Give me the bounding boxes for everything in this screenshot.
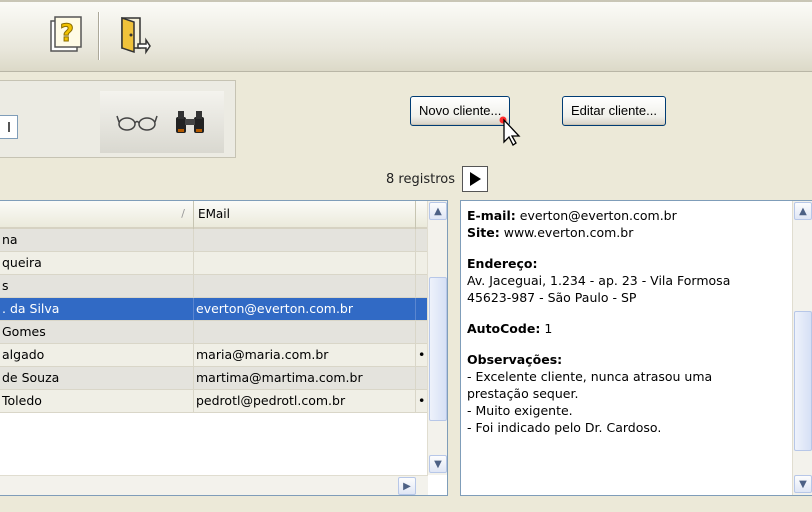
address-label: Endereço: [467, 256, 538, 271]
cell-name: na [0, 229, 194, 251]
play-icon [470, 172, 481, 186]
notes-line: - Muito exigente. [467, 403, 573, 418]
help-button[interactable]: ? [44, 12, 90, 58]
glasses-icon[interactable] [116, 110, 160, 134]
notes-line: - Excelente cliente, nunca atrasou uma [467, 369, 713, 384]
cell-name: . da Silva [0, 298, 194, 320]
scroll-thumb[interactable] [794, 311, 812, 451]
table-row-selected[interactable]: . da Silva everton@everton.com.br [0, 298, 428, 321]
cell-name: de Souza [0, 367, 194, 389]
clients-grid[interactable]: / EMail na queira s . da Silva everton@e… [0, 200, 448, 496]
svg-text:?: ? [60, 19, 74, 47]
grid-header: / EMail [0, 201, 428, 229]
exit-button[interactable] [110, 12, 156, 58]
cell-email [194, 252, 416, 274]
binoculars-icon[interactable] [172, 107, 208, 137]
cell-email: martima@martima.com.br [194, 367, 416, 389]
cell-email [194, 321, 416, 343]
search-group [0, 80, 236, 158]
autocode-value: 1 [544, 321, 553, 336]
chevron-down-icon: ▼ [799, 478, 807, 490]
edit-client-button[interactable]: Editar cliente... [562, 96, 666, 126]
cell-email [194, 229, 416, 251]
cell-name: queira [0, 252, 194, 274]
cell-email: everton@everton.com.br [194, 298, 416, 320]
scroll-up-button[interactable]: ▲ [794, 202, 812, 220]
table-row[interactable]: algado maria@maria.com.br • [0, 344, 428, 367]
main-toolbar: ? [0, 0, 812, 72]
address-line-1: Av. Jaceguai, 1.234 - ap. 23 - Vila Form… [467, 273, 731, 288]
cell-name: algado [0, 344, 194, 366]
chevron-up-icon: ▲ [434, 205, 442, 217]
table-row[interactable]: s [0, 275, 428, 298]
records-count: 8 registros [386, 172, 455, 187]
email-label: E-mail: [467, 208, 516, 223]
chevron-right-icon: ▶ [403, 480, 411, 492]
scroll-up-button[interactable]: ▲ [429, 202, 447, 220]
table-row[interactable]: queira [0, 252, 428, 275]
help-icon: ? [50, 16, 82, 52]
cell-email [194, 275, 416, 297]
grid-vertical-scrollbar[interactable]: ▲ ▼ [427, 201, 447, 475]
email-value: everton@everton.com.br [519, 208, 677, 223]
client-detail-content: E-mail: everton@everton.com.br Site: www… [467, 207, 787, 450]
address-line-2: 45623-987 - São Paulo - SP [467, 290, 637, 305]
cell-email: maria@maria.com.br [194, 344, 416, 366]
next-page-button[interactable] [462, 166, 488, 192]
grid-horizontal-scrollbar[interactable]: ▶ [0, 475, 428, 495]
client-detail-panel[interactable]: E-mail: everton@everton.com.br Site: www… [460, 200, 812, 496]
search-field[interactable] [0, 115, 18, 139]
cell-email: pedrotl@pedrotl.com.br [194, 390, 416, 412]
column-header-name[interactable]: / [0, 201, 194, 229]
detail-vertical-scrollbar[interactable]: ▲ ▼ [792, 201, 812, 495]
notes-line: - Foi indicado pelo Dr. Cardoso. [467, 420, 662, 435]
scroll-right-button[interactable]: ▶ [398, 477, 416, 495]
filter-area [0, 72, 812, 160]
site-value: www.everton.com.br [503, 225, 634, 240]
site-label: Site: [467, 225, 500, 240]
scroll-down-button[interactable]: ▼ [429, 455, 447, 473]
sort-icon: / [181, 207, 185, 220]
toolbar-separator [98, 12, 100, 60]
search-tools [100, 91, 224, 153]
new-client-button[interactable]: Novo cliente... [410, 96, 511, 126]
cell-name: Toledo [0, 390, 194, 412]
autocode-label: AutoCode: [467, 321, 541, 336]
scroll-down-button[interactable]: ▼ [794, 475, 812, 493]
cell-name: s [0, 275, 194, 297]
cell-name: Gomes [0, 321, 194, 343]
table-row[interactable]: Gomes [0, 321, 428, 344]
chevron-down-icon: ▼ [434, 458, 442, 470]
chevron-up-icon: ▲ [799, 205, 807, 217]
notes-line: prestação sequer. [467, 386, 579, 401]
table-row[interactable]: de Souza martima@martima.com.br [0, 367, 428, 390]
notes-label: Observações: [467, 352, 563, 367]
table-row[interactable]: na [0, 229, 428, 252]
table-row[interactable]: Toledo pedrotl@pedrotl.com.br • [0, 390, 428, 413]
grid-rows: na queira s . da Silva everton@everton.c… [0, 229, 428, 413]
exit-door-icon [121, 16, 151, 55]
column-header-email[interactable]: EMail [194, 201, 416, 229]
scroll-thumb[interactable] [429, 277, 447, 421]
